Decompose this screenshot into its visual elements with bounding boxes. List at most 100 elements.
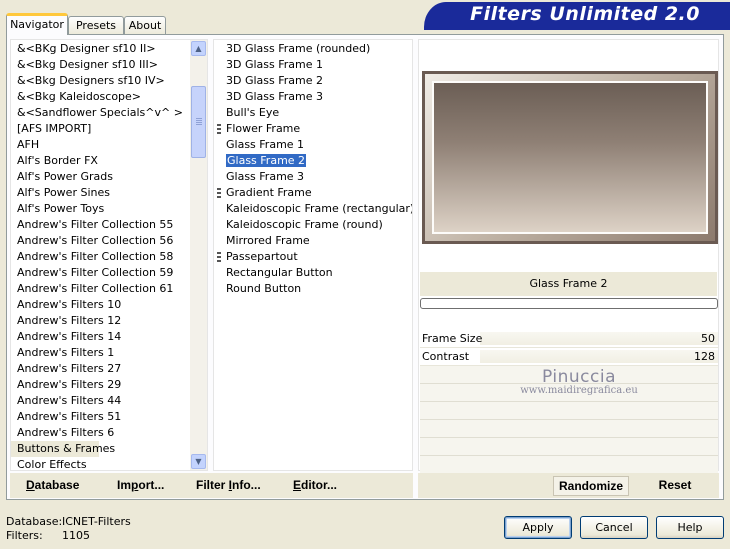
filter-item[interactable]: Mirrored Frame [214, 233, 412, 249]
grip-line [196, 120, 202, 121]
category-item[interactable]: &<Sandflower Specials^v^ > [11, 105, 191, 121]
category-item[interactable]: &<Bkg Designer sf10 III> [11, 57, 191, 73]
filter-item-label: Mirrored Frame [226, 234, 310, 247]
filter-item-label: Glass Frame 2 [226, 154, 307, 167]
filter-item[interactable]: 3D Glass Frame 2 [214, 73, 412, 89]
scroll-up-button[interactable]: ▲ [191, 41, 206, 56]
category-item[interactable]: Andrew's Filter Collection 59 [11, 265, 191, 281]
empty-param-row [420, 456, 718, 474]
current-filter-name: Glass Frame 2 [420, 272, 717, 296]
help-button[interactable]: Help [656, 516, 724, 539]
filter-item-label: Kaleidoscopic Frame (rectangular) [226, 202, 413, 215]
filter-item[interactable]: Flower Frame [214, 121, 412, 137]
category-item[interactable]: Andrew's Filter Collection 55 [11, 217, 191, 233]
filter-item[interactable]: Bull's Eye [214, 105, 412, 121]
filter-item-label: Glass Frame 1 [226, 138, 305, 151]
grip-line [196, 122, 202, 123]
preview-image[interactable] [422, 71, 718, 244]
randomize-button[interactable]: Randomize [553, 476, 629, 496]
category-item[interactable]: Andrew's Filters 51 [11, 409, 191, 425]
category-item[interactable]: Andrew's Filters 12 [11, 313, 191, 329]
empty-param-row [420, 420, 718, 438]
title-banner: Filters Unlimited 2.0 [424, 2, 730, 27]
param-value: 128 [694, 350, 715, 363]
scroll-down-button[interactable]: ▼ [191, 454, 206, 469]
filter-info-button[interactable]: Filter Info... [196, 478, 261, 492]
filter-item[interactable]: Round Button [214, 281, 412, 297]
category-item[interactable]: Andrew's Filters 44 [11, 393, 191, 409]
category-item[interactable]: Andrew's Filters 1 [11, 345, 191, 361]
tab-presets[interactable]: Presets [68, 16, 124, 35]
params-toolbar: Randomize Reset [418, 473, 719, 498]
label-rest: atabase [34, 478, 80, 492]
category-list[interactable]: &<BKg Designer sf10 II> &<Bkg Designer sf… [10, 39, 208, 471]
param-row-contrast[interactable]: Contrast 128 [420, 348, 718, 366]
category-scrollbar[interactable]: ▲ ▼ [190, 40, 207, 470]
filter-item[interactable]: Rectangular Button [214, 265, 412, 281]
filter-item-label: Glass Frame 3 [226, 170, 305, 183]
category-item[interactable]: Andrew's Filter Collection 58 [11, 249, 191, 265]
empty-param-row [420, 366, 718, 384]
filter-item-label: Rectangular Button [226, 266, 333, 279]
category-item[interactable]: Andrew's Filters 29 [11, 377, 191, 393]
category-item[interactable]: Andrew's Filter Collection 56 [11, 233, 191, 249]
filter-item-label: Gradient Frame [226, 186, 312, 199]
category-item[interactable]: Color Effects [11, 457, 191, 470]
status-info: Database:ICNET-Filters Filters: 1105 [6, 515, 131, 543]
filter-item[interactable]: Kaleidoscopic Frame (rectangular) [214, 201, 412, 217]
cancel-button[interactable]: Cancel [580, 516, 648, 539]
filter-item[interactable]: Glass Frame 3 [214, 169, 412, 185]
reset-button[interactable]: Reset [648, 476, 702, 496]
filter-item-label: Flower Frame [226, 122, 301, 135]
category-item[interactable]: Alf's Power Grads [11, 169, 191, 185]
preview-panel: Glass Frame 2 Frame Size 50 Contrast 128… [418, 39, 719, 474]
category-item[interactable]: Andrew's Filters 14 [11, 329, 191, 345]
import-button[interactable]: Import... [117, 478, 164, 492]
editor-button[interactable]: Editor... [293, 478, 337, 492]
preview-frame [425, 74, 715, 241]
category-item[interactable]: Alf's Power Sines [11, 185, 191, 201]
category-item[interactable]: Andrew's Filters 10 [11, 297, 191, 313]
preview-content [432, 81, 708, 234]
tab-navigator[interactable]: Navigator [6, 13, 68, 35]
app-title: Filters Unlimited 2.0 [470, 3, 700, 25]
category-item[interactable]: Buttons & Frames [11, 441, 115, 457]
progress-bar [420, 298, 718, 309]
category-item[interactable]: [AFS IMPORT] [11, 121, 191, 137]
apply-button[interactable]: Apply [504, 516, 572, 539]
filter-item-label: Round Button [226, 282, 302, 295]
filter-item[interactable]: Kaleidoscopic Frame (round) [214, 217, 412, 233]
category-item[interactable]: &<Bkg Designers sf10 IV> [11, 73, 191, 89]
label-start: Filter [196, 478, 229, 492]
scroll-thumb[interactable] [191, 86, 206, 158]
filter-item-label: Bull's Eye [226, 106, 280, 119]
label-rest: nfo... [232, 478, 261, 492]
label-rest: ort... [138, 478, 165, 492]
category-item[interactable]: Andrew's Filters 6 [11, 425, 191, 441]
filter-item[interactable]: Glass Frame 2 [214, 153, 412, 169]
category-item[interactable]: &<BKg Designer sf10 II> [11, 41, 191, 57]
filter-list[interactable]: 3D Glass Frame (rounded) 3D Glass Frame 1… [213, 39, 413, 471]
filter-item[interactable]: 3D Glass Frame (rounded) [214, 41, 412, 57]
mnemonic: D [26, 478, 35, 492]
database-button[interactable]: Database [26, 478, 79, 492]
category-item[interactable]: Alf's Power Toys [11, 201, 191, 217]
category-item[interactable]: &<Bkg Kaleidoscope> [11, 89, 191, 105]
category-item[interactable]: Alf's Border FX [11, 153, 191, 169]
category-item[interactable]: Andrew's Filters 27 [11, 361, 191, 377]
filter-item-label: 3D Glass Frame 2 [226, 74, 324, 87]
filter-item[interactable]: 3D Glass Frame 3 [214, 89, 412, 105]
empty-param-row [420, 438, 718, 456]
filter-item[interactable]: Gradient Frame [214, 185, 412, 201]
label-start: Im [117, 478, 132, 492]
category-item[interactable]: AFH [11, 137, 191, 153]
filter-item[interactable]: Passepartout [214, 249, 412, 265]
filter-item[interactable]: Glass Frame 1 [214, 137, 412, 153]
category-item[interactable]: Andrew's Filter Collection 61 [11, 281, 191, 297]
filter-item[interactable]: 3D Glass Frame 1 [214, 57, 412, 73]
tab-about[interactable]: About [124, 16, 166, 35]
filter-item-label: Kaleidoscopic Frame (round) [226, 218, 383, 231]
param-row-frame-size[interactable]: Frame Size 50 [420, 330, 718, 348]
filter-item-label: Passepartout [226, 250, 298, 263]
param-label: Frame Size [422, 332, 483, 345]
